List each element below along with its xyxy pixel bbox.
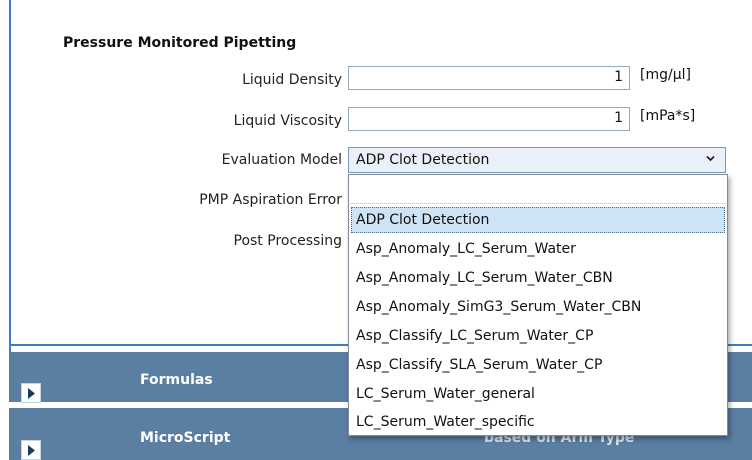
chevron-down-icon <box>706 155 715 162</box>
evaluation-model-select[interactable]: ADP Clot Detection <box>348 147 726 173</box>
liquid-density-unit: [mg/µl] <box>640 67 691 83</box>
dropdown-option[interactable]: Asp_Classify_SLA_Serum_Water_CP <box>351 352 725 378</box>
microscript-title: MicroScript <box>140 430 231 446</box>
dropdown-option[interactable]: Asp_Classify_LC_Serum_Water_CP <box>351 323 725 349</box>
liquid-density-input[interactable]: 1 <box>348 66 630 90</box>
section-title: Pressure Monitored Pipetting <box>63 35 297 51</box>
liquid-viscosity-unit: [mPa*s] <box>640 108 696 124</box>
evaluation-model-value: ADP Clot Detection <box>356 152 490 168</box>
play-right-icon <box>28 388 35 399</box>
liquid-density-label: Liquid Density <box>242 72 342 88</box>
panel-left-border <box>9 0 11 352</box>
dropdown-option[interactable]: LC_Serum_Water_specific <box>351 409 725 435</box>
liquid-viscosity-input[interactable]: 1 <box>348 107 630 131</box>
post-processing-label: Post Processing <box>233 233 343 249</box>
formulas-title: Formulas <box>140 372 213 388</box>
dropdown-filter-input[interactable] <box>350 176 726 204</box>
dropdown-option[interactable]: ADP Clot Detection <box>351 207 725 233</box>
play-right-icon <box>28 445 35 456</box>
dropdown-option[interactable]: Asp_Anomaly_LC_Serum_Water_CBN <box>351 265 725 291</box>
dropdown-option[interactable]: LC_Serum_Water_general <box>351 381 725 407</box>
liquid-viscosity-label: Liquid Viscosity <box>233 113 342 129</box>
microscript-expand-button[interactable] <box>21 440 41 460</box>
dropdown-option[interactable]: Asp_Anomaly_LC_Serum_Water <box>351 236 725 262</box>
pmp-aspiration-error-label: PMP Aspiration Error <box>199 192 342 208</box>
evaluation-model-label: Evaluation Model <box>221 152 342 168</box>
formulas-expand-button[interactable] <box>21 383 41 403</box>
evaluation-model-dropdown[interactable]: ADP Clot Detection Asp_Anomaly_LC_Serum_… <box>348 174 728 436</box>
dropdown-option[interactable]: Asp_Anomaly_SimG3_Serum_Water_CBN <box>351 294 725 320</box>
